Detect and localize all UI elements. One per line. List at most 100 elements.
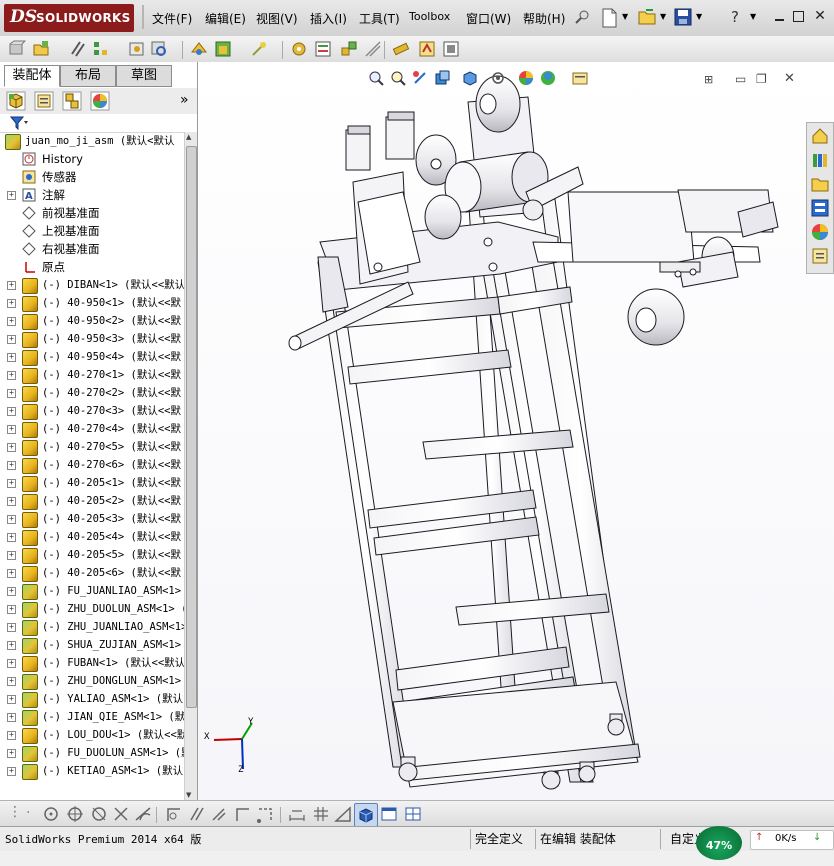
open-folder-icon[interactable] [638,8,658,26]
expand-toggle-icon[interactable]: + [7,191,16,200]
section-view-icon[interactable] [434,70,450,86]
assembly-features-icon[interactable] [214,40,232,58]
target-icon[interactable] [66,805,84,823]
exploded-view-icon[interactable] [340,40,358,58]
expand-toggle-icon[interactable]: + [7,713,16,722]
tree-item[interactable]: + (-) SHUA_ZUJIAN_ASM<1> [0,636,184,654]
property-manager-icon[interactable] [34,91,54,111]
open-dropdown-icon[interactable]: ▼ [660,12,666,21]
appearances-scenes-icon[interactable] [811,223,829,241]
tree-root[interactable]: juan_mo_ji_asm (默认<默认 [0,132,184,150]
minimize-icon[interactable] [771,8,787,24]
tree-item[interactable]: + (-) 40-270<4> (默认<<默 [0,420,184,438]
expand-toggle-icon[interactable]: + [7,533,16,542]
expand-toggle-icon[interactable]: + [7,659,16,668]
tree-item[interactable]: + (-) 40-950<2> (默认<<默 [0,312,184,330]
expand-toggle-icon[interactable]: + [7,623,16,632]
filter-icon[interactable] [10,116,28,130]
display-manager-icon[interactable] [90,91,110,111]
horizontal-icon[interactable] [210,805,228,823]
move-component-icon[interactable] [150,40,168,58]
view-orientation-icon[interactable] [462,70,478,86]
expand-toggle-icon[interactable]: + [7,353,16,362]
menu-edit[interactable]: 编辑(E) [205,10,246,27]
expand-toggle-icon[interactable]: + [7,695,16,704]
clearance-verification-icon[interactable] [418,40,436,58]
expand-toggle-icon[interactable]: + [7,281,16,290]
tree-item[interactable]: History [0,150,184,168]
dimension-icon[interactable] [288,805,306,823]
menu-file[interactable]: 文件(F) [152,10,192,27]
tree-item[interactable]: + (-) FU_DUOLUN_ASM<1> (默 [0,744,184,762]
menu-window[interactable]: 窗口(W) [466,10,511,27]
panel-expand-icon[interactable]: » [180,92,189,108]
expand-toggle-icon[interactable]: + [7,389,16,398]
expand-toggle-icon[interactable]: + [7,605,16,614]
point-icon[interactable]: · [26,805,30,821]
expand-toggle-icon[interactable]: + [7,587,16,596]
display-style-icon[interactable] [490,70,506,86]
tree-item[interactable]: + (-) ZHU_DONGLUN_ASM<1> [0,672,184,690]
solidworks-resources-icon[interactable] [811,127,829,145]
feature-manager-icon[interactable] [6,91,26,111]
expand-toggle-icon[interactable]: + [7,767,16,776]
tree-item[interactable]: + (-) 40-205<5> (默认<<默 [0,546,184,564]
zoom-to-area-icon[interactable] [390,70,406,86]
zoom-to-fit-icon[interactable] [368,70,384,86]
tree-scroll-thumb[interactable] [186,146,197,708]
tab-assembly[interactable]: 装配体 [4,65,60,87]
tab-sketch[interactable]: 草图 [116,65,172,87]
linear-pattern-icon[interactable] [92,40,110,58]
expand-toggle-icon[interactable]: + [7,425,16,434]
view-settings-icon[interactable] [572,70,588,86]
menu-help[interactable]: 帮助(H) [523,10,565,27]
tree-item[interactable]: + (-) LOU_DOU<1> (默认<<默 [0,726,184,744]
interference-detection-icon[interactable] [392,40,410,58]
tree-item[interactable]: + (-) 40-270<3> (默认<<默 [0,402,184,420]
tree-item[interactable]: + (-) 40-205<1> (默认<<默 [0,474,184,492]
expand-toggle-icon[interactable]: + [7,551,16,560]
bill-of-materials-icon[interactable] [314,40,332,58]
expand-toggle-icon[interactable]: + [7,731,16,740]
design-library-icon[interactable] [811,151,829,169]
tree-item[interactable]: + (-) 40-950<3> (默认<<默 [0,330,184,348]
tree-item[interactable]: 原点 [0,258,184,276]
tree-item[interactable]: + (-) 40-205<2> (默认<<默 [0,492,184,510]
tree-item[interactable]: + (-) 40-950<1> (默认<<默 [0,294,184,312]
rectangle-corner-icon[interactable] [256,805,274,823]
show-hidden-icon[interactable] [190,40,208,58]
tree-item[interactable]: + (-) 40-205<6> (默认<<默 [0,564,184,582]
apply-scene-icon[interactable] [540,70,556,86]
close-icon[interactable]: ✕ [812,8,828,24]
expand-toggle-icon[interactable]: + [7,371,16,380]
insert-component-icon[interactable] [32,40,50,58]
expand-toggle-icon[interactable]: + [7,299,16,308]
tree-item[interactable]: 上视基准面 [0,222,184,240]
viewport-restore-icon[interactable]: ❐ [756,72,767,86]
assembly-toolbar-icon[interactable] [8,40,26,58]
tree-item[interactable]: + (-) YALIAO_ASM<1> (默认 [0,690,184,708]
tree-item[interactable]: 传感器 [0,168,184,186]
viewport-close-icon[interactable]: ✕ [784,71,795,86]
expand-toggle-icon[interactable]: + [7,569,16,578]
tree-item[interactable]: + (-) 40-270<6> (默认<<默 [0,456,184,474]
edit-appearance-icon[interactable] [518,70,534,86]
custom-properties-icon[interactable] [811,247,829,265]
tree-item[interactable]: + (-) JIAN_QIE_ASM<1> (默 [0,708,184,726]
graphics-viewport[interactable]: ⊞ ▭ ❐ ✕ X Y Z [198,62,834,800]
explode-line-sketch-icon[interactable] [364,40,382,58]
restore-icon[interactable] [790,8,806,24]
cpu-usage-badge[interactable]: 47% [696,826,742,860]
expand-toggle-icon[interactable]: + [7,443,16,452]
view-four-icon[interactable] [404,805,422,823]
parallel-icon[interactable] [188,805,206,823]
tree-item[interactable]: + (-) ZHU_JUANLIAO_ASM<1> [0,618,184,636]
grid-icon[interactable] [312,805,330,823]
tangent-icon[interactable] [134,805,152,823]
previous-view-icon[interactable] [412,70,428,86]
tree-item[interactable]: + A 注解 [0,186,184,204]
tab-layout[interactable]: 布局 [60,65,116,87]
smart-fasteners-icon[interactable] [128,40,146,58]
help-icon[interactable]: ? [731,8,739,26]
view-single-icon[interactable] [380,805,398,823]
